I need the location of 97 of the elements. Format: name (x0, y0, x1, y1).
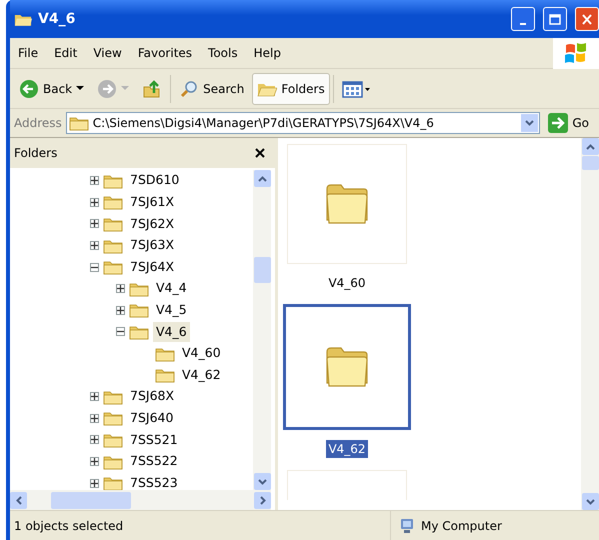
status-zone: My Computer (421, 518, 502, 534)
menu-item[interactable]: Help (246, 44, 289, 62)
tree-item[interactable]: 7SJ61X (127, 192, 178, 213)
search-icon (179, 78, 200, 98)
scroll-thumb[interactable] (254, 257, 270, 283)
caret-icon (76, 86, 84, 91)
folder-icon (155, 346, 175, 362)
dropdown-button[interactable] (521, 114, 538, 132)
chevron-right-icon (260, 496, 266, 504)
folder-icon (68, 115, 89, 131)
folder-icon (103, 259, 123, 276)
tree-item[interactable]: 7SJ63X (127, 235, 178, 256)
chevron-up-icon (258, 176, 266, 182)
scrollbar[interactable] (253, 170, 271, 490)
folder-icon (129, 280, 149, 297)
expander-icon[interactable] (90, 457, 99, 466)
menu-item[interactable]: Tools (200, 44, 246, 62)
tree-item[interactable]: 7SJ62X (127, 214, 178, 234)
scroll-up-button[interactable] (582, 138, 598, 155)
menu-item[interactable]: Favorites (130, 44, 200, 62)
folder-icon (103, 172, 123, 189)
folder-up-icon (142, 78, 162, 98)
folder-icon (103, 238, 123, 254)
minimize-icon (520, 23, 526, 25)
tree-item[interactable]: V4_62 (179, 364, 224, 386)
file-name[interactable]: V4_62 (326, 440, 368, 458)
tree-item[interactable]: 7SS522 (127, 451, 181, 472)
caret-icon (121, 86, 130, 91)
menu-item[interactable]: Edit (46, 44, 86, 62)
expander-icon[interactable] (116, 284, 125, 294)
tree-item[interactable]: V4_60 (179, 343, 224, 364)
chevron-down-icon (525, 120, 534, 126)
folder-icon (129, 324, 149, 340)
window-title: V4_6 (38, 10, 76, 28)
expander-icon[interactable] (90, 478, 99, 488)
menu-item[interactable]: View (85, 44, 130, 62)
back-button[interactable]: Back (14, 72, 90, 104)
folder-icon (103, 454, 123, 470)
scroll-thumb[interactable] (51, 492, 131, 508)
folders-button[interactable]: Folders (252, 72, 330, 104)
folder-icon (103, 216, 123, 232)
scrollbar[interactable] (10, 490, 271, 510)
scroll-down-button[interactable] (582, 493, 598, 510)
status-text: 1 objects selected (13, 518, 124, 534)
scroll-down-button[interactable] (254, 473, 270, 490)
expander-icon[interactable] (90, 219, 99, 228)
folder-icon (103, 194, 123, 210)
expander-icon[interactable] (90, 198, 99, 207)
minimize-button[interactable] (511, 7, 535, 31)
maximize-button[interactable] (543, 7, 567, 31)
maximize-icon (549, 14, 561, 24)
folder-icon (103, 388, 123, 405)
folder-icon (155, 367, 175, 384)
tree-item[interactable]: 7SJ64X (127, 256, 178, 278)
expander-icon[interactable] (90, 414, 99, 423)
expander-icon[interactable] (90, 241, 99, 250)
tree-item[interactable]: V4_4 (153, 278, 190, 300)
file-thumbnail[interactable] (283, 304, 411, 430)
tree-item[interactable]: V4_6 (153, 322, 190, 342)
search-button[interactable]: Search (174, 72, 250, 104)
go-button[interactable]: Go (544, 113, 595, 133)
expander-icon[interactable] (90, 392, 99, 402)
expander-icon[interactable] (90, 176, 99, 186)
expander-icon[interactable] (90, 262, 99, 272)
expander-icon[interactable] (90, 435, 99, 444)
close-icon[interactable] (255, 148, 265, 158)
view-grid-icon (342, 80, 372, 98)
scrollbar[interactable] (581, 138, 599, 510)
folder-icon (103, 410, 123, 426)
file-name[interactable]: V4_60 (326, 274, 368, 292)
tree-item[interactable]: 7SJ640 (127, 408, 176, 429)
scroll-up-button[interactable] (254, 170, 270, 187)
scroll-thumb[interactable] (582, 156, 598, 170)
tree-item[interactable]: 7SD610 (127, 170, 182, 192)
folder-icon (129, 302, 149, 318)
chevron-down-icon (586, 498, 594, 504)
chevron-up-icon (586, 144, 594, 150)
tree-item[interactable]: 7SS523 (127, 472, 181, 490)
folder-icon (103, 432, 123, 448)
address-label: Address (14, 115, 62, 132)
computer-icon (399, 518, 415, 534)
close-icon (581, 14, 593, 24)
folder-icon (103, 475, 123, 490)
tree-item[interactable]: 7SS521 (127, 430, 181, 450)
tree-item[interactable]: 7SJ68X (127, 386, 178, 408)
menu-item[interactable]: File (10, 44, 46, 62)
address-field[interactable]: C:\Siemens\Digsi4\Manager\P7di\GERATYPS\7SJ64X\V4_6 (66, 112, 540, 134)
expander-icon[interactable] (116, 306, 125, 315)
chevron-down-icon (258, 478, 266, 484)
close-button[interactable] (575, 7, 599, 31)
pane-title: Folders (14, 145, 58, 162)
windows-logo-icon (564, 42, 588, 64)
tree-item[interactable]: V4_5 (153, 300, 190, 321)
expander-icon[interactable] (116, 327, 125, 336)
chevron-left-icon (16, 496, 22, 504)
scroll-left-button[interactable] (10, 492, 27, 508)
scroll-right-button[interactable] (254, 492, 271, 508)
